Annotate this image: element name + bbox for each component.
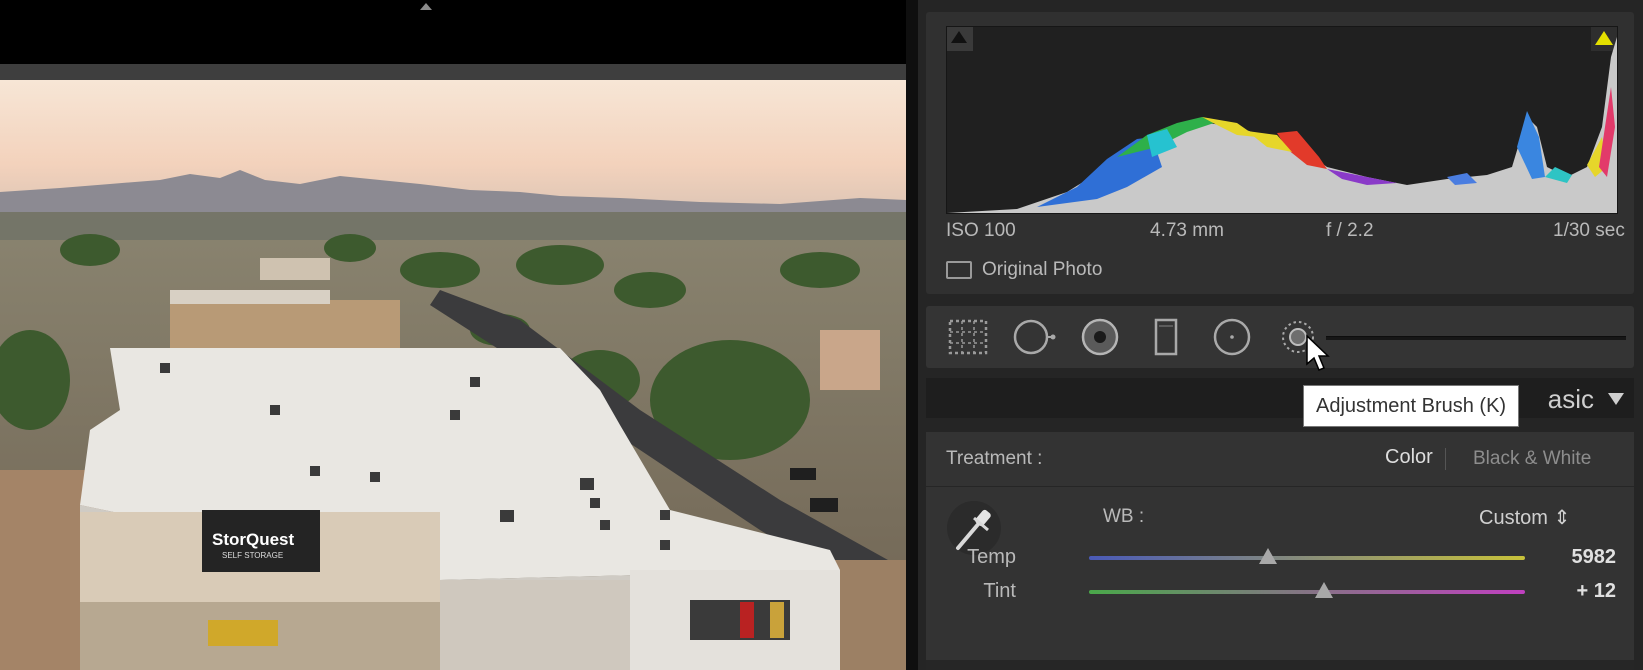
wb-preset-select[interactable]: Custom ⇕ (1479, 505, 1570, 530)
panel-bottom-separator (926, 660, 1634, 670)
treatment-divider (1445, 448, 1446, 470)
original-photo-toggle[interactable]: Original Photo (946, 256, 1102, 284)
develop-panel: ISO 100 4.73 mm f / 2.2 1/30 sec Origina… (918, 0, 1643, 670)
aerial-photo[interactable]: StorQuest SELF STORAGE (0, 80, 906, 670)
treatment-color-option[interactable]: Color (1385, 446, 1433, 469)
temp-slider-thumb[interactable] (1258, 548, 1277, 564)
iso-readout: ISO 100 (946, 220, 1016, 241)
tint-value[interactable]: + 12 (1577, 580, 1616, 603)
basic-panel-header[interactable]: asic (926, 378, 1634, 418)
spot-removal-icon (1013, 319, 1056, 355)
temp-slider-row: Temp 5982 (926, 542, 1634, 572)
aperture-readout: f / 2.2 (1326, 220, 1374, 241)
photo-top-bar (0, 0, 908, 64)
tint-slider-track[interactable] (1089, 590, 1525, 594)
red-eye-icon (1081, 318, 1119, 356)
original-photo-label: Original Photo (982, 259, 1103, 280)
spot-removal-tool[interactable] (1012, 318, 1056, 356)
crop-overlay-icon (948, 319, 988, 355)
treatment-row: Treatment : Color Black & White (926, 432, 1634, 487)
temp-label: Temp (967, 546, 1016, 568)
treatment-label: Treatment : (946, 448, 1043, 469)
graduated-filter-tool[interactable] (1144, 318, 1188, 356)
shutter-readout: 1/30 sec (1553, 220, 1625, 241)
collapse-triangle-icon[interactable] (1608, 393, 1624, 405)
white-balance-section: WB : Custom ⇕ Temp 5982 Tint + 12 (926, 490, 1634, 670)
original-photo-checkbox[interactable] (946, 261, 972, 279)
tint-slider-thumb[interactable] (1315, 582, 1334, 598)
photo-top-separator (0, 64, 908, 80)
histogram-meta-row: ISO 100 4.73 mm f / 2.2 1/30 sec (926, 216, 1634, 244)
red-eye-tool[interactable] (1078, 318, 1122, 356)
tint-label: Tint (983, 580, 1016, 602)
tool-strip-slider[interactable] (1326, 336, 1626, 340)
histogram-curves (947, 37, 1617, 213)
basic-panel-title: asic (1547, 384, 1594, 414)
histogram-graph[interactable] (946, 26, 1618, 214)
wb-label: WB : (1103, 506, 1145, 527)
mouse-cursor-icon (1306, 334, 1330, 371)
histogram-panel: ISO 100 4.73 mm f / 2.2 1/30 sec Origina… (926, 12, 1634, 294)
photo-panel: StorQuest SELF STORAGE (0, 0, 908, 670)
treatment-bw-option[interactable]: Black & White (1473, 448, 1591, 470)
sign-text: StorQuest (212, 530, 295, 549)
sign-subtext: SELF STORAGE (222, 551, 283, 560)
radial-filter-tool[interactable] (1210, 318, 1254, 356)
crop-overlay-tool[interactable] (946, 318, 990, 356)
focal-length-readout: 4.73 mm (1150, 220, 1224, 241)
adjustment-brush-tooltip: Adjustment Brush (K) (1303, 385, 1520, 427)
tool-strip (926, 306, 1634, 368)
tint-slider-row: Tint + 12 (926, 576, 1634, 606)
collapse-arrow-icon[interactable] (420, 3, 432, 10)
temp-value[interactable]: 5982 (1572, 546, 1617, 569)
basic-panel: Treatment : Color Black & White WB : Cus… (926, 432, 1634, 670)
panel-divider[interactable] (906, 0, 918, 670)
graduated-filter-icon (1154, 318, 1178, 356)
temp-slider-track[interactable] (1089, 556, 1525, 560)
radial-filter-icon (1213, 318, 1251, 356)
